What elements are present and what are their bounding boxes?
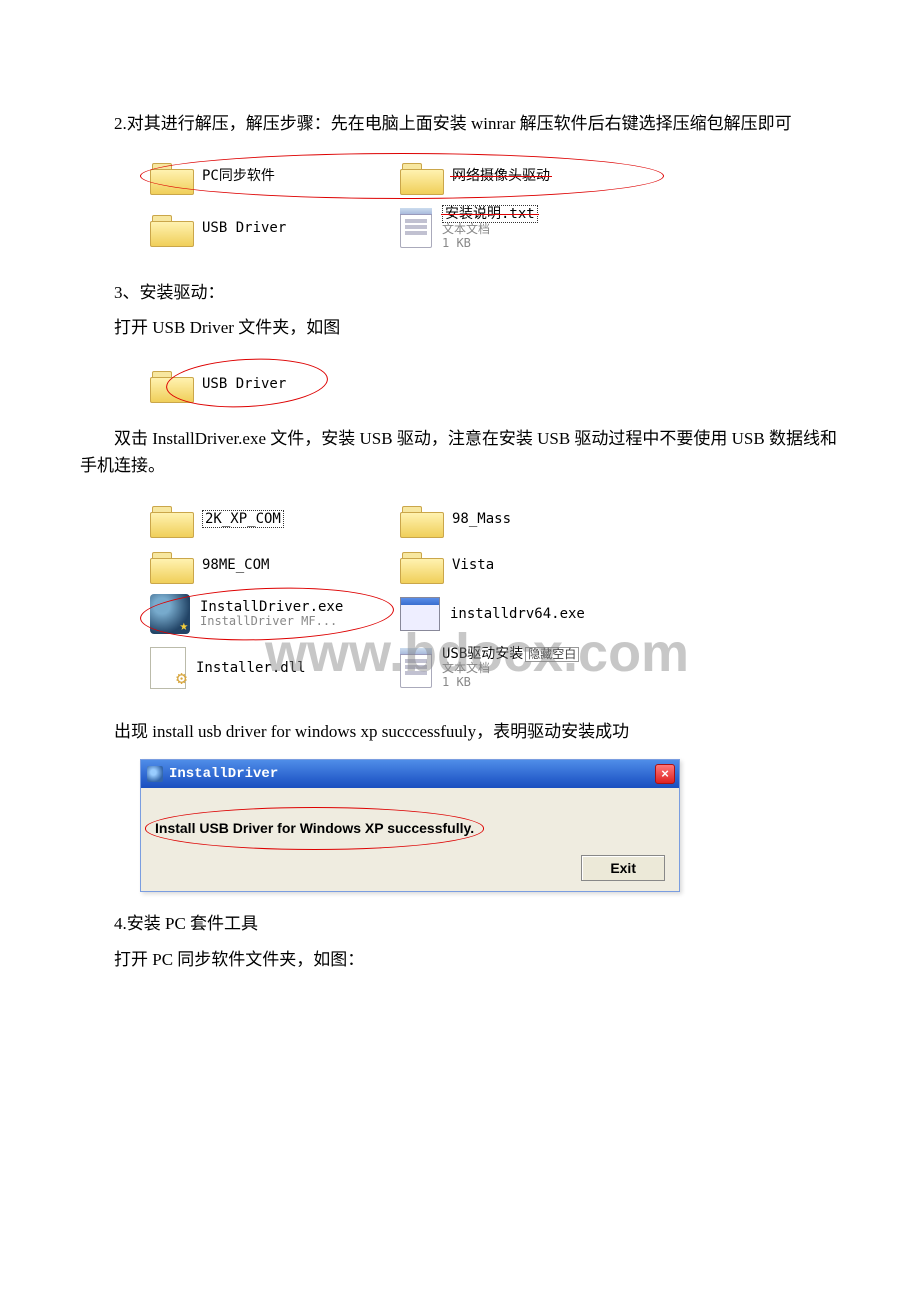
folder-icon (400, 502, 442, 536)
dialog-titlebar[interactable]: InstallDriver × (141, 760, 679, 788)
paragraph-step3: 3、安装驱动： (80, 279, 840, 306)
folder-item-2kxpcom[interactable]: 2K_XP_COM (150, 502, 380, 536)
paragraph-open-pc-sync: 打开 PC 同步软件文件夹，如图： (80, 946, 840, 973)
single-folder-usb-driver[interactable]: USB Driver (140, 363, 296, 405)
file-label: USB驱动安装隐藏空白 (442, 646, 579, 663)
folder-panel-1: PC同步软件 网络摄像头驱动 USB Driver 安装说明.txt 文本文档 … (140, 149, 660, 261)
folder-item-98mecom[interactable]: 98ME_COM (150, 548, 380, 582)
folder-label: 98_Mass (452, 511, 511, 527)
folder-label: 网络摄像头驱动 (452, 168, 550, 184)
folder-icon (150, 502, 192, 536)
file-item-installer-dll[interactable]: Installer.dll (150, 646, 380, 690)
folder-icon (400, 159, 442, 193)
folder-label: USB Driver (202, 373, 286, 395)
folder-item-98mass[interactable]: 98_Mass (400, 502, 630, 536)
folder-label: USB Driver (202, 220, 286, 236)
folder-label: 2K_XP_COM (202, 510, 284, 528)
folder-label: 98ME_COM (202, 557, 269, 573)
folder-label: Vista (452, 557, 494, 573)
file-label: 安装说明.txt (442, 205, 538, 223)
file-item-installdrv64-exe[interactable]: installdrv64.exe (400, 594, 630, 634)
paragraph-open-usb-driver: 打开 USB Driver 文件夹，如图 (80, 314, 840, 341)
file-sub: InstallDriver MF... (200, 615, 343, 629)
driver-row-3: InstallDriver.exe InstallDriver MF... in… (150, 594, 660, 634)
folder-row-2: USB Driver 安装说明.txt 文本文档 1 KB (150, 205, 650, 251)
paragraph-step2: 2.对其进行解压，解压步骤：先在电脑上面安装 winrar 解压软件后右键选择压… (80, 110, 840, 137)
dialog-body: Install USB Driver for Windows XP succes… (141, 788, 679, 891)
driver-row-2: 98ME_COM Vista (150, 548, 660, 582)
dialog-message: Install USB Driver for Windows XP succes… (155, 817, 474, 839)
text-file-icon (400, 648, 432, 688)
folder-label: PC同步软件 (202, 168, 275, 184)
file-sub-size: 1 KB (442, 237, 538, 251)
app-icon (147, 766, 163, 782)
driver-row-1: 2K_XP_COM 98_Mass (150, 502, 660, 536)
folder-panel-2: 2K_XP_COM 98_Mass 98ME_COM Vista Install… (140, 492, 670, 700)
dll-icon (150, 647, 186, 689)
paragraph-install-driver: 双击 InstallDriver.exe 文件，安装 USB 驱动，注意在安装 … (80, 425, 840, 479)
file-sub-type: 文本文档 (442, 662, 579, 676)
file-item-install-readme[interactable]: 安装说明.txt 文本文档 1 KB (400, 205, 630, 251)
folder-item-pc-sync[interactable]: PC同步软件 (150, 159, 380, 193)
file-label: installdrv64.exe (450, 606, 585, 622)
file-item-installdriver-exe[interactable]: InstallDriver.exe InstallDriver MF... (150, 594, 380, 634)
folder-item-vista[interactable]: Vista (400, 548, 630, 582)
dialog-title: InstallDriver (169, 763, 278, 785)
file-label: InstallDriver.exe (200, 599, 343, 615)
folder-icon (150, 211, 192, 245)
float-hint: 隐藏空白 (525, 647, 579, 663)
exe-window-icon (400, 597, 440, 631)
file-sub-size: 1 KB (442, 676, 579, 690)
paragraph-step4: 4.安装 PC 套件工具 (80, 910, 840, 937)
close-button[interactable]: × (655, 764, 675, 784)
paragraph-install-success: 出现 install usb driver for windows xp suc… (80, 718, 840, 745)
file-item-usb-driver-readme[interactable]: USB驱动安装隐藏空白 文本文档 1 KB (400, 646, 630, 690)
exit-button[interactable]: Exit (581, 855, 665, 881)
text-file-icon (400, 208, 432, 248)
folder-icon (150, 159, 192, 193)
driver-row-4: Installer.dll USB驱动安装隐藏空白 文本文档 1 KB (150, 646, 660, 690)
folder-icon (150, 367, 192, 401)
file-label: Installer.dll (196, 660, 306, 676)
folder-row-1: PC同步软件 网络摄像头驱动 (150, 159, 650, 193)
folder-icon (150, 548, 192, 582)
file-sub-type: 文本文档 (442, 223, 538, 237)
exe-icon (150, 594, 190, 634)
folder-item-webcam-driver[interactable]: 网络摄像头驱动 (400, 159, 630, 193)
folder-icon (400, 548, 442, 582)
install-driver-dialog: InstallDriver × Install USB Driver for W… (140, 759, 680, 892)
folder-item-usb-driver[interactable]: USB Driver (150, 205, 380, 251)
